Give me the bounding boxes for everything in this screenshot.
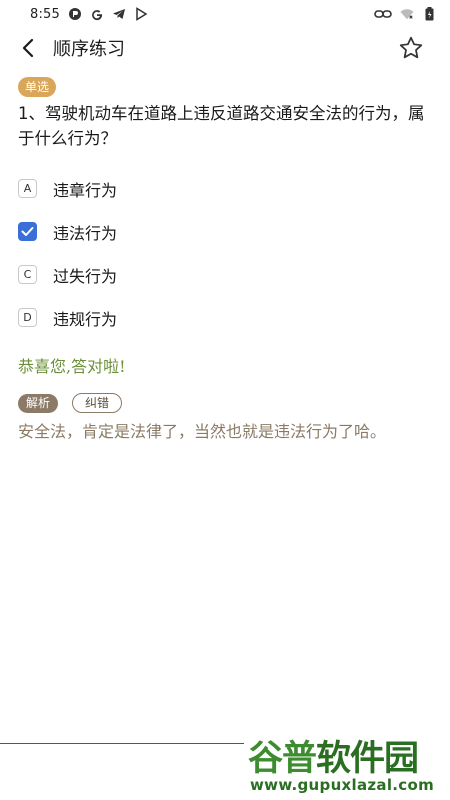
chevron-left-icon: [22, 38, 34, 58]
option-c-text: 过失行为: [53, 266, 118, 286]
link-icon: [374, 7, 392, 21]
question-type-badge: 单选: [18, 77, 57, 97]
page-title: 顺序练习: [53, 39, 125, 60]
option-b-text: 违法行为: [53, 223, 118, 243]
result-message: 恭喜您,答对啦!: [18, 357, 126, 376]
watermark-brand-part1: 谷普: [248, 739, 317, 779]
option-b[interactable]: 违法行为: [18, 210, 432, 253]
battery-icon: [422, 7, 436, 21]
watermark-url: www.gupuxlazal.com: [250, 776, 435, 794]
option-d-marker: D: [18, 308, 37, 327]
watermark-logo: 谷普 软件园 www.gupuxlazal.com: [244, 728, 450, 800]
option-c-marker: C: [18, 265, 37, 284]
analysis-text: 安全法，肯定是法律了，当然也就是违法行为了哈。: [18, 422, 387, 441]
app-bar: 顺序练习: [0, 28, 450, 68]
report-error-button[interactable]: 纠错: [72, 393, 123, 413]
option-a[interactable]: A 违章行为: [18, 167, 432, 210]
option-b-checkbox: [18, 222, 37, 241]
option-a-text: 违章行为: [53, 180, 118, 200]
play-store-icon: [134, 7, 148, 21]
watermark-brand-part2: 软件园: [316, 739, 419, 779]
google-icon: [90, 7, 104, 21]
status-right: [374, 7, 436, 21]
question-content: 单选 1、驾驶机动车在道路上违反道路交通安全法的行为，属于什么行为？ A 违章行…: [18, 76, 432, 444]
telegram-icon: [112, 7, 126, 21]
analysis-header: 解析 纠错: [18, 393, 432, 413]
status-time: 8:55: [30, 6, 60, 22]
app-notification-icon: [68, 7, 82, 21]
status-bar: 8:55: [0, 0, 450, 28]
question-text: 1、驾驶机动车在道路上违反道路交通安全法的行为，属于什么行为？: [18, 104, 425, 148]
checkmark-icon: [21, 227, 34, 236]
watermark-brand: 谷普 软件园: [248, 730, 419, 781]
option-c[interactable]: C 过失行为: [18, 253, 432, 296]
option-a-marker: A: [18, 179, 37, 198]
analysis-badge: 解析: [18, 393, 59, 413]
star-icon: [399, 36, 423, 59]
option-d-text: 违规行为: [53, 309, 118, 329]
back-button[interactable]: [14, 34, 42, 62]
favorite-button[interactable]: [396, 33, 426, 63]
option-d[interactable]: D 违规行为: [18, 296, 432, 339]
status-left: 8:55: [30, 7, 148, 22]
wifi-icon: [400, 7, 414, 21]
options-list: A 违章行为 违法行为 C 过失行为 D 违规行为: [18, 167, 432, 339]
